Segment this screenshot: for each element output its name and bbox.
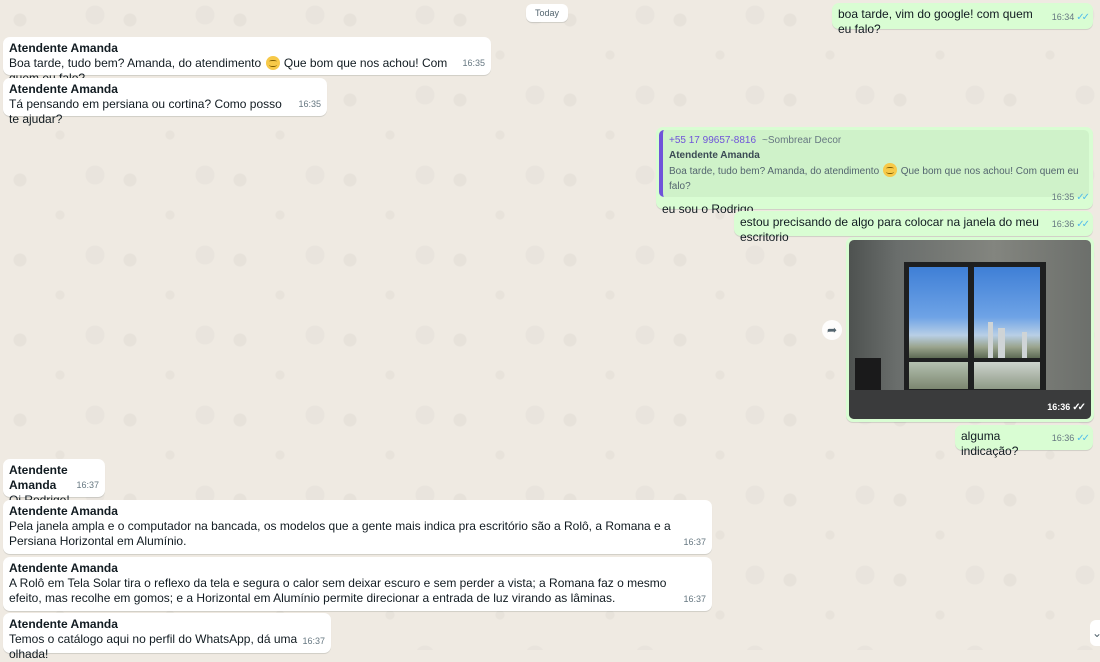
quoted-phone: +55 17 99657-8816 [669, 135, 757, 146]
double-check-icon: ✓✓ [1072, 402, 1086, 413]
message-time: 16:36 ✓✓ [1051, 219, 1090, 230]
forward-icon[interactable]: ➦ [822, 320, 842, 340]
sender-name: Atendente Amanda [9, 82, 118, 96]
outgoing-image-message[interactable]: 16:36 ✓✓ [846, 237, 1094, 422]
incoming-message[interactable]: Atendente Amanda Temos o catálogo aqui n… [3, 613, 331, 661]
date-divider: Today [526, 4, 568, 22]
sender-name: Atendente Amanda [9, 504, 118, 518]
quoted-group: ~Sombrear Decor [762, 135, 842, 146]
smiling-face-emoji-icon [882, 163, 897, 177]
message-time: 16:37 [683, 537, 706, 547]
outgoing-message[interactable]: alguma indicação? 16:36 ✓✓ [955, 425, 1093, 458]
incoming-message[interactable]: Atendente Amanda Pela janela ampla e o c… [3, 500, 712, 554]
incoming-message[interactable]: Atendente Amanda A Rolô em Tela Solar ti… [3, 557, 712, 611]
message-time: 16:37 [76, 480, 99, 490]
message-time: 16:37 [683, 594, 706, 604]
photo-window [904, 262, 1046, 394]
double-check-icon: ✓✓ [1076, 219, 1090, 230]
incoming-message[interactable]: Atendente Amanda Oi Rodrigo! 16:37 [3, 459, 105, 507]
sender-name: Atendente Amanda [9, 41, 118, 55]
message-text: Temos o catálogo aqui no perfil do Whats… [9, 632, 298, 661]
outgoing-message[interactable]: estou precisando de algo para colocar na… [734, 211, 1093, 244]
scroll-down-button[interactable]: ⌄ [1090, 620, 1100, 646]
quoted-message[interactable]: +55 17 99657-8816 ~Sombrear Decor Atenden… [659, 130, 1089, 197]
message-time: 16:36 ✓✓ [1047, 402, 1086, 413]
message-time: 16:37 [302, 636, 325, 646]
sender-name: Atendente Amanda [9, 617, 118, 631]
double-check-icon: ✓✓ [1076, 433, 1090, 444]
message-text: Boa tarde, tudo bem? Amanda, do atendime… [9, 56, 262, 70]
outgoing-message[interactable]: boa tarde, vim do google! com quem eu fa… [832, 3, 1093, 36]
office-window-photo[interactable]: 16:36 ✓✓ [849, 240, 1091, 419]
message-time: 16:35 [298, 99, 321, 109]
chevron-down-icon: ⌄ [1092, 626, 1100, 640]
message-time: 16:35 ✓✓ [1051, 192, 1090, 203]
message-text: A Rolô em Tela Solar tira o reflexo da t… [9, 576, 667, 605]
sender-name: Atendente Amanda [9, 561, 118, 575]
quoted-text: Boa tarde, tudo bem? Amanda, do atendime… [669, 166, 880, 177]
incoming-message[interactable]: Atendente Amanda Tá pensando em persiana… [3, 78, 327, 126]
message-text: alguma indicação? [961, 429, 1019, 458]
message-time: 16:36 ✓✓ [1051, 433, 1090, 444]
incoming-message[interactable]: Atendente Amanda Boa tarde, tudo bem? Am… [3, 37, 491, 85]
quoted-sender: Atendente Amanda [669, 150, 760, 161]
outgoing-reply-message[interactable]: +55 17 99657-8816 ~Sombrear Decor Atenden… [656, 127, 1093, 216]
smiling-face-emoji-icon [265, 56, 280, 70]
double-check-icon: ✓✓ [1076, 192, 1090, 203]
message-text: Pela janela ampla e o computador na banc… [9, 519, 671, 548]
message-text: Tá pensando em persiana ou cortina? Como… [9, 97, 282, 126]
message-time: 16:34 ✓✓ [1051, 12, 1090, 23]
sender-name: Atendente Amanda [9, 463, 68, 492]
double-check-icon: ✓✓ [1076, 12, 1090, 23]
message-time: 16:35 [462, 58, 485, 68]
